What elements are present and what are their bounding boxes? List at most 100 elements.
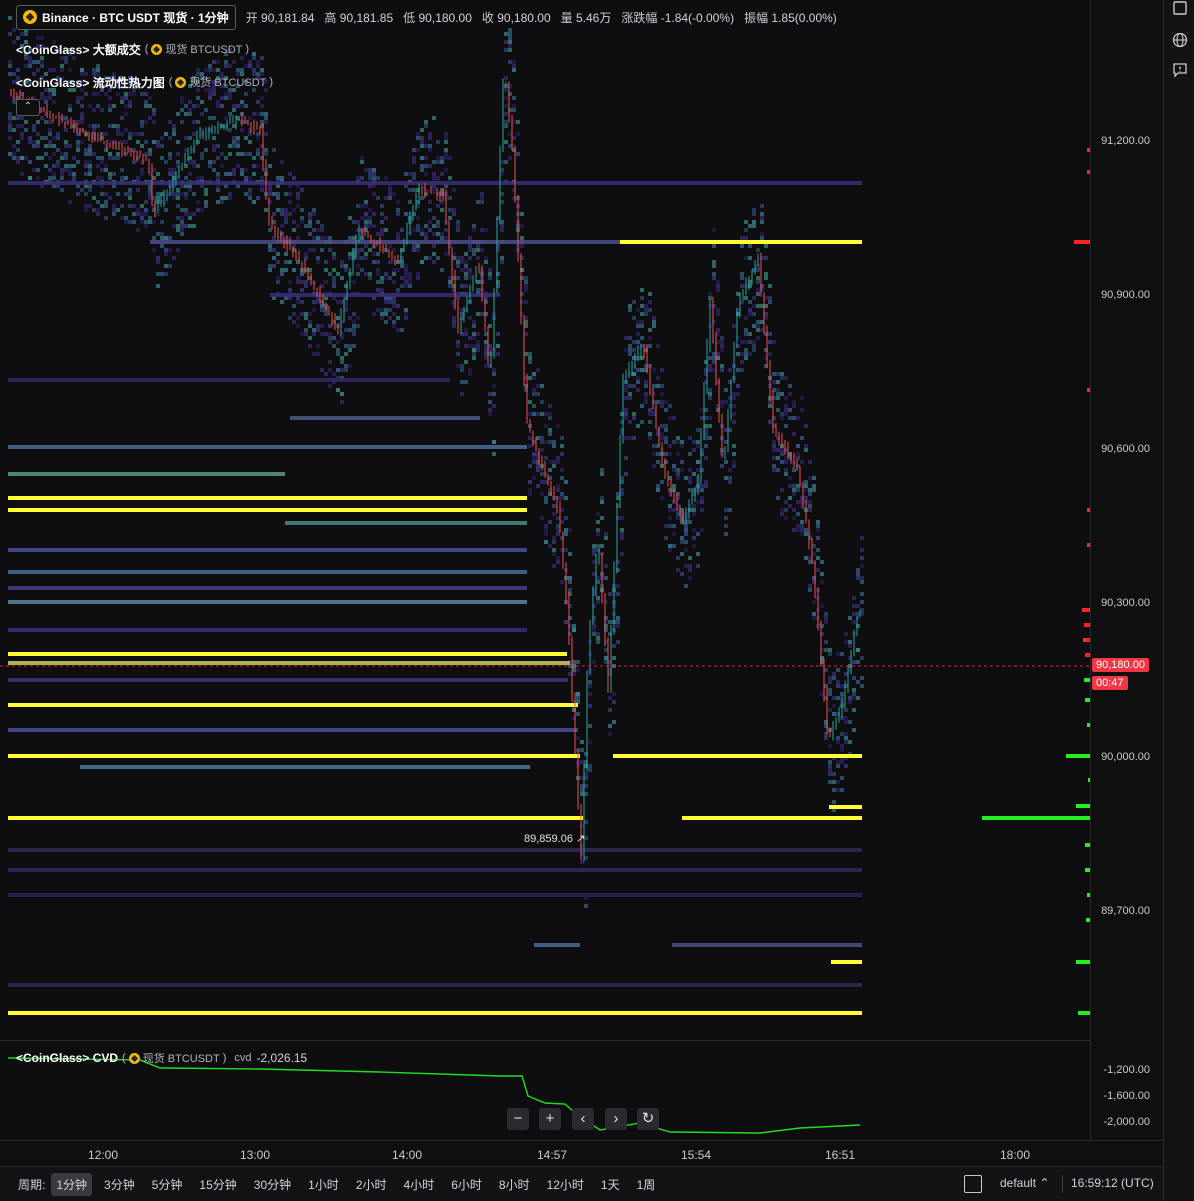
indicator-cvd[interactable]: <CoinGlass> CVD ( 现货 BTCUSDT ) cvd -2,02… bbox=[16, 1047, 307, 1069]
heatmap-cell bbox=[32, 168, 36, 172]
heatmap-cell bbox=[732, 324, 736, 328]
heatmap-cell bbox=[596, 580, 600, 584]
heatmap-cell bbox=[832, 772, 836, 776]
heatmap-cell bbox=[712, 356, 716, 360]
heatmap-cell bbox=[360, 204, 364, 208]
heatmap-cell bbox=[56, 164, 60, 168]
heatmap-cell bbox=[432, 232, 436, 236]
period-1[interactable]: 3分钟 bbox=[99, 1173, 140, 1196]
period-10[interactable]: 12小时 bbox=[542, 1173, 589, 1196]
heatmap-cell bbox=[528, 376, 532, 380]
heatmap-cell bbox=[420, 168, 424, 172]
utc-clock[interactable]: 16:59:12 (UTC) bbox=[1071, 1176, 1154, 1190]
heatmap-cell bbox=[248, 188, 252, 192]
period-5[interactable]: 1小时 bbox=[303, 1173, 344, 1196]
depth-bar bbox=[1076, 804, 1090, 808]
comment-icon[interactable] bbox=[1172, 62, 1188, 78]
heatmap-cell bbox=[812, 544, 816, 548]
heatmap-cell bbox=[340, 336, 344, 340]
period-6[interactable]: 2小时 bbox=[351, 1173, 392, 1196]
heatmap-cell bbox=[248, 192, 252, 196]
square-icon[interactable] bbox=[964, 1175, 982, 1193]
indicator-large-trades[interactable]: <CoinGlass> 大额成交 ( 现货 BTCUSDT ) bbox=[16, 38, 249, 60]
time-axis[interactable]: 12:00 13:00 14:00 14:57 15:54 16:51 18:0… bbox=[0, 1140, 1163, 1167]
heatmap-cell bbox=[828, 648, 832, 652]
heatmap-cell bbox=[412, 148, 416, 152]
zoom-out-button[interactable]: − bbox=[507, 1108, 529, 1130]
heatmap-cell bbox=[140, 124, 144, 128]
square-icon[interactable] bbox=[1172, 0, 1188, 16]
heatmap-cell bbox=[72, 176, 76, 180]
period-4[interactable]: 30分钟 bbox=[249, 1173, 296, 1196]
heatmap-cell bbox=[440, 208, 444, 212]
heatmap-cell bbox=[644, 308, 648, 312]
heatmap-cell bbox=[356, 256, 360, 260]
heatmap-cell bbox=[208, 96, 212, 100]
chevron-up-icon[interactable]: ⌃ bbox=[16, 99, 40, 116]
heatmap-cell bbox=[220, 164, 224, 168]
scroll-left-button[interactable]: ‹ bbox=[572, 1108, 594, 1130]
heatmap-cell bbox=[500, 168, 504, 172]
globe-icon[interactable] bbox=[1172, 32, 1188, 48]
heatmap-cell bbox=[844, 640, 848, 644]
period-2[interactable]: 5分钟 bbox=[147, 1173, 188, 1196]
period-11[interactable]: 1天 bbox=[596, 1173, 625, 1196]
heatmap-cell bbox=[624, 416, 628, 420]
heatmap-cell bbox=[220, 152, 224, 156]
heatmap-cell bbox=[704, 480, 708, 484]
heatmap-cell bbox=[824, 612, 828, 616]
heatmap-cell bbox=[484, 356, 488, 360]
heatmap-cell bbox=[848, 700, 852, 704]
heatmap-cell bbox=[664, 440, 668, 444]
heatmap-cell bbox=[396, 232, 400, 236]
heatmap-cell bbox=[428, 208, 432, 212]
period-9[interactable]: 8小时 bbox=[494, 1173, 535, 1196]
heatmap-cell bbox=[556, 556, 560, 560]
heatmap-cell bbox=[168, 120, 172, 124]
period-12[interactable]: 1周 bbox=[632, 1173, 661, 1196]
heatmap-cell bbox=[284, 212, 288, 216]
heatmap-cell bbox=[128, 220, 132, 224]
layout-selector[interactable]: default ⌃ bbox=[1000, 1176, 1049, 1190]
heatmap-cell bbox=[520, 236, 524, 240]
period-7[interactable]: 4小时 bbox=[399, 1173, 440, 1196]
symbol-title-box[interactable]: Binance · BTC USDT 现货 · 1分钟 bbox=[16, 4, 236, 30]
heatmap-cell bbox=[520, 212, 524, 216]
heatmap-cell bbox=[676, 476, 680, 480]
heatmap-cell bbox=[36, 176, 40, 180]
heatmap-cell bbox=[16, 160, 20, 164]
reset-chart-button[interactable]: ↻ bbox=[637, 1108, 659, 1130]
heatmap-cell bbox=[232, 168, 236, 172]
heatmap-cell bbox=[396, 304, 400, 308]
heatmap-cell bbox=[316, 352, 320, 356]
price-axis[interactable]: 91,200.00 90,900.00 90,600.00 90,300.00 … bbox=[1090, 0, 1164, 1140]
heatmap-cell bbox=[120, 96, 124, 100]
heatmap-cell bbox=[760, 232, 764, 236]
heatmap-cell bbox=[100, 176, 104, 180]
heatmap-cell bbox=[532, 476, 536, 480]
heatmap-cell bbox=[784, 472, 788, 476]
period-0[interactable]: 1分钟 bbox=[51, 1172, 93, 1196]
heatmap-cell bbox=[596, 512, 600, 516]
period-3[interactable]: 15分钟 bbox=[194, 1173, 241, 1196]
heatmap-cell bbox=[624, 456, 628, 460]
heatmap-cell bbox=[464, 344, 468, 348]
time-tick: 13:00 bbox=[239, 1148, 271, 1162]
chart-area[interactable]: 89,859.06 ↗ bbox=[0, 0, 1090, 1140]
heatmap-cell bbox=[416, 248, 420, 252]
heatmap-cell bbox=[148, 188, 152, 192]
heatmap-cell bbox=[828, 652, 832, 656]
heatmap-cell bbox=[460, 268, 464, 272]
heatmap-cell bbox=[300, 332, 304, 336]
heatmap-cell bbox=[200, 152, 204, 156]
heatmap-cell bbox=[712, 352, 716, 356]
heatmap-cell bbox=[348, 348, 352, 352]
heatmap-cell bbox=[340, 356, 344, 360]
zoom-in-button[interactable]: + bbox=[539, 1108, 561, 1130]
pane-divider[interactable] bbox=[0, 1040, 1090, 1041]
scroll-right-button[interactable]: › bbox=[605, 1108, 627, 1130]
period-8[interactable]: 6小时 bbox=[446, 1173, 487, 1196]
heatmap-cell bbox=[336, 368, 340, 372]
indicator-heatmap[interactable]: <CoinGlass> 流动性热力图 ( 现货 BTCUSDT ) bbox=[16, 71, 273, 93]
heatmap-cell bbox=[444, 152, 448, 156]
